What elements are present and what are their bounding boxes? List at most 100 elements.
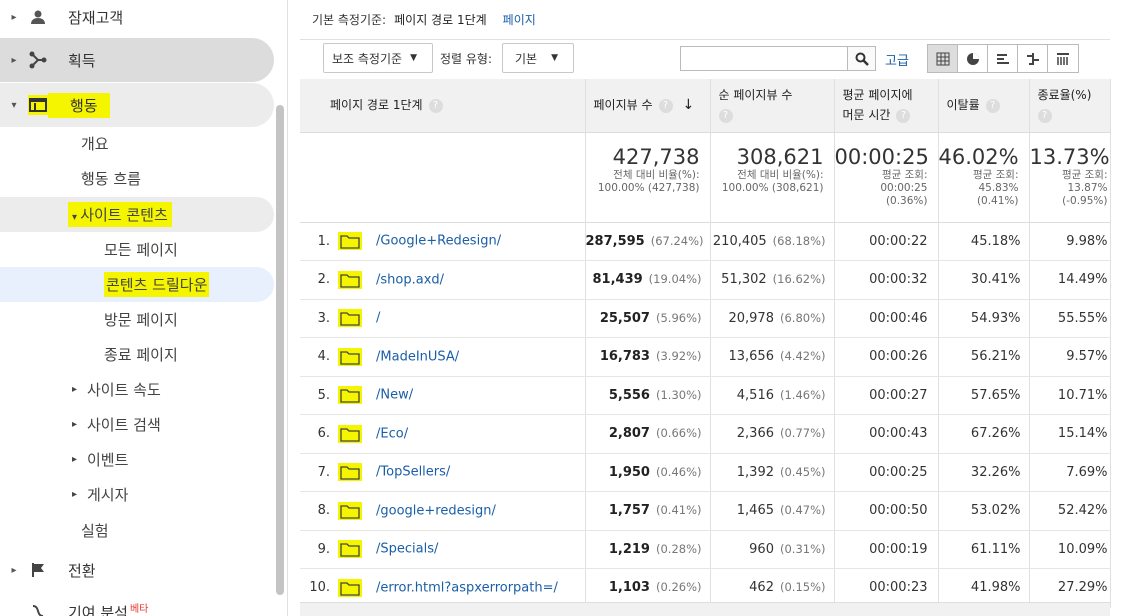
folder-icon[interactable]: [338, 386, 362, 405]
sidebar-item-behavior-flow[interactable]: 행동 흐름: [0, 161, 274, 196]
pivot-view-icon[interactable]: [1048, 45, 1078, 72]
cell-avg-time: 00:00:26: [834, 337, 939, 377]
folder-icon[interactable]: [338, 424, 362, 443]
sidebar-item-label: 모든 페이지: [104, 241, 178, 259]
sidebar-item-events[interactable]: ▸ 이벤트: [0, 442, 274, 477]
sort-type-dropdown[interactable]: 기본 ▼: [502, 43, 574, 73]
folder-icon[interactable]: [338, 578, 362, 597]
table-row: 5./New/5,556 (1.30%) 4,516 (1.46%) 00:00:27 5…: [300, 376, 1111, 415]
table-view-icon[interactable]: [928, 45, 958, 72]
page-path-link[interactable]: /Eco/: [376, 426, 408, 441]
page-path-link[interactable]: /MadeInUSA/: [376, 349, 459, 364]
sidebar: ▸ 잠재고객 ▸ 획득 ▾ 행동 개요 행동 흐름 ▾ 사이트 콘텐츠 모든 페…: [0, 0, 288, 616]
summary-value: 427,738: [612, 144, 700, 169]
sidebar-item-acquisition[interactable]: ▸ 획득: [0, 38, 274, 82]
sidebar-item-audience[interactable]: ▸ 잠재고객: [0, 0, 274, 34]
primary-dimension-bar: 기본 측정기준: 페이지 경로 1단계 페이지: [300, 0, 1110, 40]
folder-icon[interactable]: [338, 540, 362, 559]
pageviews-value: 1,757: [608, 503, 650, 519]
col-header-exit[interactable]: 종료율(%)?: [1029, 79, 1111, 133]
row-rank: 7.: [317, 464, 330, 480]
summary-avg-time: 00:00:25 평균 조회: 00:00:25 (0.36%): [834, 132, 939, 223]
sidebar-item-exit-pages[interactable]: 종료 페이지: [0, 337, 274, 372]
comparison-view-icon[interactable]: [1018, 45, 1048, 72]
help-icon[interactable]: ?: [985, 98, 1000, 113]
sidebar-item-site-search[interactable]: ▸ 사이트 검색: [0, 407, 274, 442]
cell-exit-rate: 14.49%: [1029, 260, 1111, 300]
sidebar-item-landing-pages[interactable]: 방문 페이지: [0, 302, 274, 337]
col-header-avg-time[interactable]: 평균 페이지에 머문 시간?: [834, 79, 939, 133]
page-path-link[interactable]: /New/: [376, 388, 413, 403]
cell-pageviews: 2,807 (0.66%): [585, 414, 711, 454]
cell-pageviews: 287,595 (67.24%): [585, 222, 711, 261]
sidebar-item-all-pages[interactable]: 모든 페이지: [0, 232, 274, 267]
sidebar-item-conversions[interactable]: ▸ 전환: [0, 552, 274, 588]
folder-icon[interactable]: [338, 270, 362, 289]
unique-pageviews-value: 13,656: [728, 349, 774, 365]
secondary-dimension-label: 보조 측정기준: [332, 51, 403, 66]
help-icon[interactable]: ?: [428, 98, 443, 113]
help-icon[interactable]: ?: [896, 108, 911, 123]
sidebar-item-site-speed[interactable]: ▸ 사이트 속도: [0, 372, 274, 407]
cell-bounce-rate: 54.93%: [938, 299, 1030, 338]
sidebar-item-publisher[interactable]: ▸ 게시자: [0, 477, 274, 512]
summary-sub: 평균 조회:: [881, 168, 928, 181]
sidebar-item-content-drilldown[interactable]: 콘텐츠 드릴다운: [0, 267, 274, 302]
folder-icon[interactable]: [338, 232, 362, 251]
col-header-page-path[interactable]: 페이지 경로 1단계?: [300, 79, 586, 133]
folder-icon[interactable]: [338, 463, 362, 482]
pageviews-percent: (5.96%): [655, 310, 702, 325]
sidebar-item-attribution[interactable]: 기여 분석 베타: [0, 596, 274, 616]
summary-sub: 전체 대비 비율(%):: [737, 168, 824, 181]
col-header-label: 종료율(%): [1037, 88, 1092, 103]
performance-view-icon[interactable]: [988, 45, 1018, 72]
page-path-link[interactable]: /shop.axd/: [376, 272, 444, 287]
cell-avg-time: 00:00:25: [834, 453, 939, 492]
summary-bounce: 46.02% 평균 조회: 45.83% (0.41%): [938, 132, 1030, 223]
page-path-link[interactable]: /Google+Redesign/: [376, 234, 501, 249]
unique-pageviews-value: 2,366: [736, 426, 774, 442]
search-icon[interactable]: [847, 47, 875, 70]
caret-down-icon: ▼: [551, 53, 559, 63]
summary-value: 308,621: [736, 144, 824, 169]
cell-pageviews: 5,556 (1.30%): [585, 376, 711, 415]
acquisition-icon: [28, 50, 48, 70]
page-path-link[interactable]: /Specials/: [376, 542, 438, 557]
cell-exit-rate: 9.57%: [1029, 337, 1111, 377]
summary-sub: 45.83%: [978, 181, 1019, 194]
sidebar-item-overview[interactable]: 개요: [0, 126, 274, 161]
col-header-bounce[interactable]: 이탈률?: [938, 79, 1030, 133]
table-horizontal-scrollbar[interactable]: [300, 602, 1110, 616]
secondary-dimension-dropdown[interactable]: 보조 측정기준 ▼: [323, 43, 433, 73]
page-path-link[interactable]: /: [376, 311, 380, 326]
search-input[interactable]: [681, 47, 847, 70]
folder-icon[interactable]: [338, 309, 362, 328]
cell-page-path: 7. /TopSellers/: [300, 453, 586, 492]
folder-icon[interactable]: [338, 501, 362, 520]
cell-pageviews: 81,439 (19.04%): [585, 260, 711, 300]
pageviews-value: 1,950: [608, 464, 650, 480]
cell-exit-rate: 10.71%: [1029, 376, 1111, 415]
pie-view-icon[interactable]: [958, 45, 988, 72]
help-icon[interactable]: ?: [1037, 108, 1052, 123]
summary-value: 00:00:25: [834, 144, 929, 169]
advanced-filter-link[interactable]: 고급: [885, 50, 909, 69]
col-header-label: 평균 페이지에: [842, 88, 913, 103]
col-header-unique-pageviews[interactable]: 순 페이지뷰 수?: [710, 79, 835, 133]
cell-unique-pageviews: 20,978 (6.80%): [710, 299, 835, 338]
folder-icon[interactable]: [338, 347, 362, 366]
col-header-pageviews[interactable]: 페이지뷰 수? ↓: [585, 79, 711, 133]
sort-type-value: 기본: [515, 51, 538, 66]
help-icon[interactable]: ?: [718, 108, 733, 123]
page-path-link[interactable]: /TopSellers/: [376, 465, 450, 480]
sidebar-item-behavior[interactable]: ▾ 행동: [0, 83, 274, 127]
sidebar-scrollbar[interactable]: [276, 105, 284, 595]
sidebar-item-site-content[interactable]: ▾ 사이트 콘텐츠: [0, 197, 274, 232]
help-icon[interactable]: ?: [658, 98, 673, 113]
sidebar-item-experiments[interactable]: 실험: [0, 513, 274, 548]
primary-dimension-page-link[interactable]: 페이지: [503, 11, 536, 28]
row-rank: 10.: [309, 580, 330, 596]
page-path-link[interactable]: /error.html?aspxerrorpath=/: [376, 580, 558, 595]
cell-unique-pageviews: 13,656 (4.42%): [710, 337, 835, 377]
page-path-link[interactable]: /google+redesign/: [376, 503, 496, 518]
